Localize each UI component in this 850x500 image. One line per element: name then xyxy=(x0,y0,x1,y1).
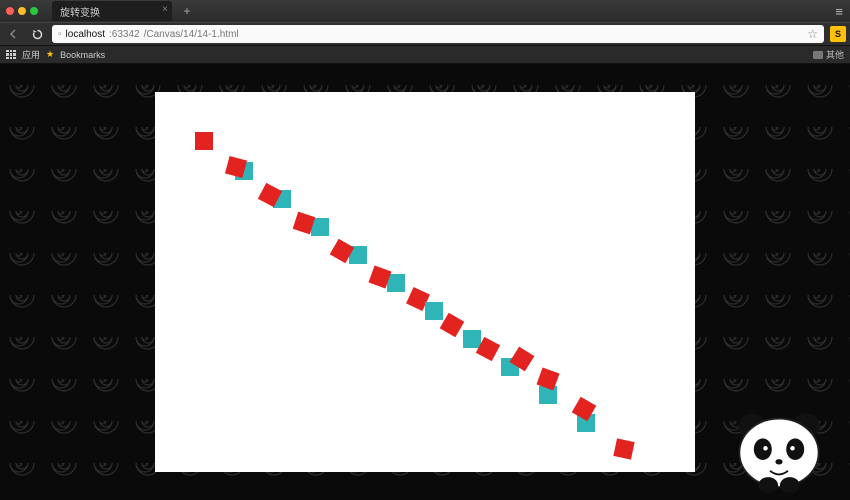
bookmark-star-icon[interactable]: ☆ xyxy=(807,27,818,41)
browser-tab[interactable]: 旋转变换 × xyxy=(52,1,172,21)
apps-label[interactable]: 应用 xyxy=(22,48,40,61)
url-path: /Canvas/14/14-1.html xyxy=(144,29,239,40)
other-bookmarks-folder[interactable]: 其他 xyxy=(813,48,844,61)
url-port: :63342 xyxy=(109,29,140,40)
page-icon: ▫ xyxy=(58,29,62,40)
close-window-icon[interactable] xyxy=(6,7,14,15)
reload-button[interactable] xyxy=(28,25,46,43)
browser-window: 旋转变换 × + ≡ ▫ localhost :63342/Canvas/14/1… xyxy=(0,0,850,500)
panda-mascot xyxy=(724,406,834,496)
bookmarks-label[interactable]: Bookmarks xyxy=(60,50,105,60)
zoom-window-icon[interactable] xyxy=(30,7,38,15)
folder-icon xyxy=(813,51,823,59)
new-tab-button[interactable]: + xyxy=(178,3,196,19)
red-square xyxy=(440,313,465,338)
url-input[interactable]: ▫ localhost :63342/Canvas/14/14-1.html ☆ xyxy=(52,25,824,43)
bookmarks-star-icon: ★ xyxy=(46,49,54,60)
bookmarks-bar: 应用 ★ Bookmarks 其他 xyxy=(0,46,850,64)
red-square xyxy=(195,132,213,150)
url-host: localhost xyxy=(66,29,105,40)
extension-icon[interactable]: S xyxy=(830,26,846,42)
browser-menu-icon[interactable]: ≡ xyxy=(835,4,844,19)
apps-icon[interactable] xyxy=(6,50,16,60)
tab-close-icon[interactable]: × xyxy=(162,4,168,15)
tab-bar: 旋转变换 × + ≡ xyxy=(0,0,850,22)
back-button[interactable] xyxy=(4,25,22,43)
minimize-window-icon[interactable] xyxy=(18,7,26,15)
teal-square xyxy=(425,302,443,320)
page-viewport xyxy=(0,64,850,500)
window-controls xyxy=(6,7,38,15)
address-bar: ▫ localhost:63342/Canvas/14/14-1.html ☆ … xyxy=(0,22,850,46)
tab-title: 旋转变换 xyxy=(60,4,100,19)
red-square xyxy=(613,438,634,459)
canvas-demo xyxy=(155,92,695,472)
